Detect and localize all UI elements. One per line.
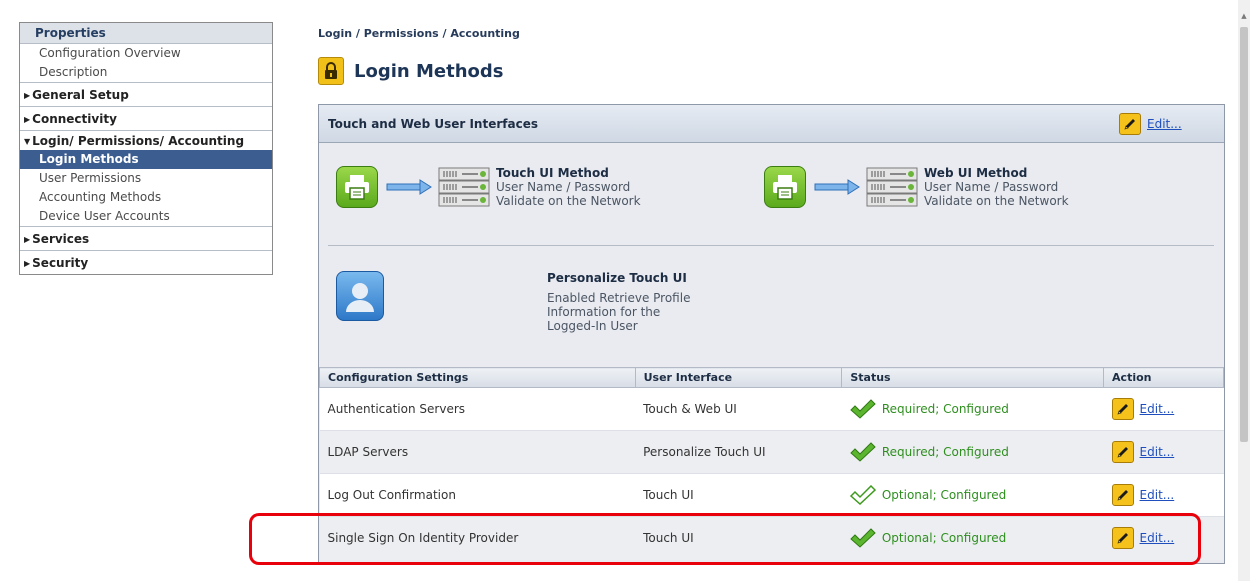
table-header-row: Configuration Settings User Interface St… [319,367,1224,388]
vertical-scrollbar[interactable]: ▲ [1238,0,1250,581]
sidebar: Properties Configuration Overview Descri… [19,22,273,275]
sidebar-section-label: Login/ Permissions/ Accounting [32,134,245,148]
user-interface-value: Touch & Web UI [635,387,842,431]
server-icon [438,167,490,207]
setting-name: LDAP Servers [319,430,636,474]
edit-button[interactable]: Edit... [1111,441,1216,463]
triangle-right-icon: ▶ [24,259,31,268]
sidebar-section-label: Security [32,256,89,270]
breadcrumb: Login / Permissions / Accounting [318,27,520,40]
triangle-right-icon: ▶ [24,235,31,244]
sidebar-section-label: Connectivity [32,112,117,126]
pencil-icon [1111,398,1134,420]
sidebar-item-accounting-methods[interactable]: Accounting Methods [20,188,272,207]
column-header-configuration-settings: Configuration Settings [319,367,636,388]
touch-ui-method-line2: Validate on the Network [496,194,641,208]
sidebar-item-device-user-accounts[interactable]: Device User Accounts [20,207,272,226]
user-profile-icon [336,271,384,321]
scrollbar-thumb[interactable] [1240,27,1248,442]
web-ui-method-title: Web UI Method [924,166,1028,180]
panel-title: Touch and Web User Interfaces [328,117,538,131]
triangle-right-icon: ▶ [24,115,31,124]
setting-name: Authentication Servers [319,387,636,431]
sidebar-section-label: General Setup [32,88,129,102]
table-row: Authentication Servers Touch & Web UI Re… [319,387,1224,431]
panel-edit-link[interactable]: Edit... [1147,117,1182,131]
edit-link[interactable]: Edit... [1140,402,1175,416]
status-text: Required; Configured [881,445,1009,459]
action-cell: Edit... [1103,473,1224,517]
triangle-right-icon: ▶ [24,91,31,100]
status-cell: Required; Configured [841,430,1104,474]
touch-ui-method-text: Touch UI Method User Name / Password Val… [496,166,641,208]
edit-link[interactable]: Edit... [1140,488,1175,502]
sidebar-properties-header: Properties [20,23,272,44]
setting-name: Log Out Confirmation [319,473,636,517]
sidebar-section-general-setup[interactable]: ▶ General Setup [20,82,272,106]
table-row: LDAP Servers Personalize Touch UI Requir… [319,430,1224,474]
check-icon [850,399,876,419]
pencil-icon [1111,441,1134,463]
touch-ui-method: Touch UI Method User Name / Password Val… [336,166,641,208]
divider [328,245,1214,246]
printer-icon [764,166,806,208]
sidebar-section-label: Services [32,232,90,246]
sidebar-item-user-permissions[interactable]: User Permissions [20,169,272,188]
sidebar-section-security[interactable]: ▶ Security [20,250,272,274]
web-ui-method-line1: User Name / Password [924,180,1059,194]
touch-ui-method-title: Touch UI Method [496,166,609,180]
touch-ui-method-line1: User Name / Password [496,180,631,194]
table-row: Log Out Confirmation Touch UI Optional; … [319,473,1224,517]
sidebar-section-connectivity[interactable]: ▶ Connectivity [20,106,272,130]
check-icon [850,442,876,462]
arrow-right-icon [386,179,432,195]
arrow-right-icon [814,179,860,195]
edit-button[interactable]: Edit... [1111,484,1216,506]
panel-header: Touch and Web User Interfaces Edit... [319,105,1224,143]
status-text: Optional; Configured [881,488,1007,502]
web-ui-method-line2: Validate on the Network [924,194,1069,208]
user-interface-value: Touch UI [635,473,842,517]
column-header-status: Status [841,367,1105,388]
action-cell: Edit... [1103,387,1224,431]
check-outline-icon [849,485,876,505]
scroll-up-arrow-icon[interactable]: ▲ [1238,12,1250,20]
triangle-down-icon: ▼ [24,137,31,146]
printer-icon [336,166,378,208]
status-cell: Required; Configured [841,387,1104,431]
action-cell: Edit... [1103,430,1224,474]
sidebar-section-login-permissions-accounting[interactable]: ▼ Login/ Permissions/ Accounting [20,130,272,150]
sidebar-section-services[interactable]: ▶ Services [20,226,272,250]
column-header-action: Action [1103,367,1224,388]
page-title: Login Methods [354,60,504,82]
personalize-title: Personalize Touch UI [547,271,687,285]
edit-link[interactable]: Edit... [1140,445,1175,459]
edit-button[interactable]: Edit... [1111,398,1216,420]
page-title-row: Login Methods [318,55,503,87]
web-ui-method-text: Web UI Method User Name / Password Valid… [924,166,1069,208]
lock-icon [318,57,344,85]
sidebar-item-description[interactable]: Description [20,63,272,82]
user-interface-value: Personalize Touch UI [635,430,842,474]
server-icon [866,167,918,207]
sidebar-item-login-methods[interactable]: Login Methods [20,150,272,169]
highlight-annotation [249,513,1201,565]
personalize-line2: Information for the [547,305,661,319]
personalize-line1: Enabled Retrieve Profile [547,291,691,305]
status-cell: Optional; Configured [841,473,1104,517]
pencil-icon [1119,113,1141,135]
sidebar-item-configuration-overview[interactable]: Configuration Overview [20,44,272,63]
personalize-line3: Logged-In User [547,319,638,333]
panel-edit-button[interactable]: Edit... [1119,113,1182,135]
web-ui-method: Web UI Method User Name / Password Valid… [764,166,1069,208]
status-text: Required; Configured [881,402,1009,416]
personalize-touch-ui: Personalize Touch UI Enabled Retrieve Pr… [547,271,727,333]
pencil-icon [1111,484,1134,506]
column-header-user-interface: User Interface [634,367,843,388]
login-methods-panel: Touch and Web User Interfaces Edit... To… [318,104,1225,564]
